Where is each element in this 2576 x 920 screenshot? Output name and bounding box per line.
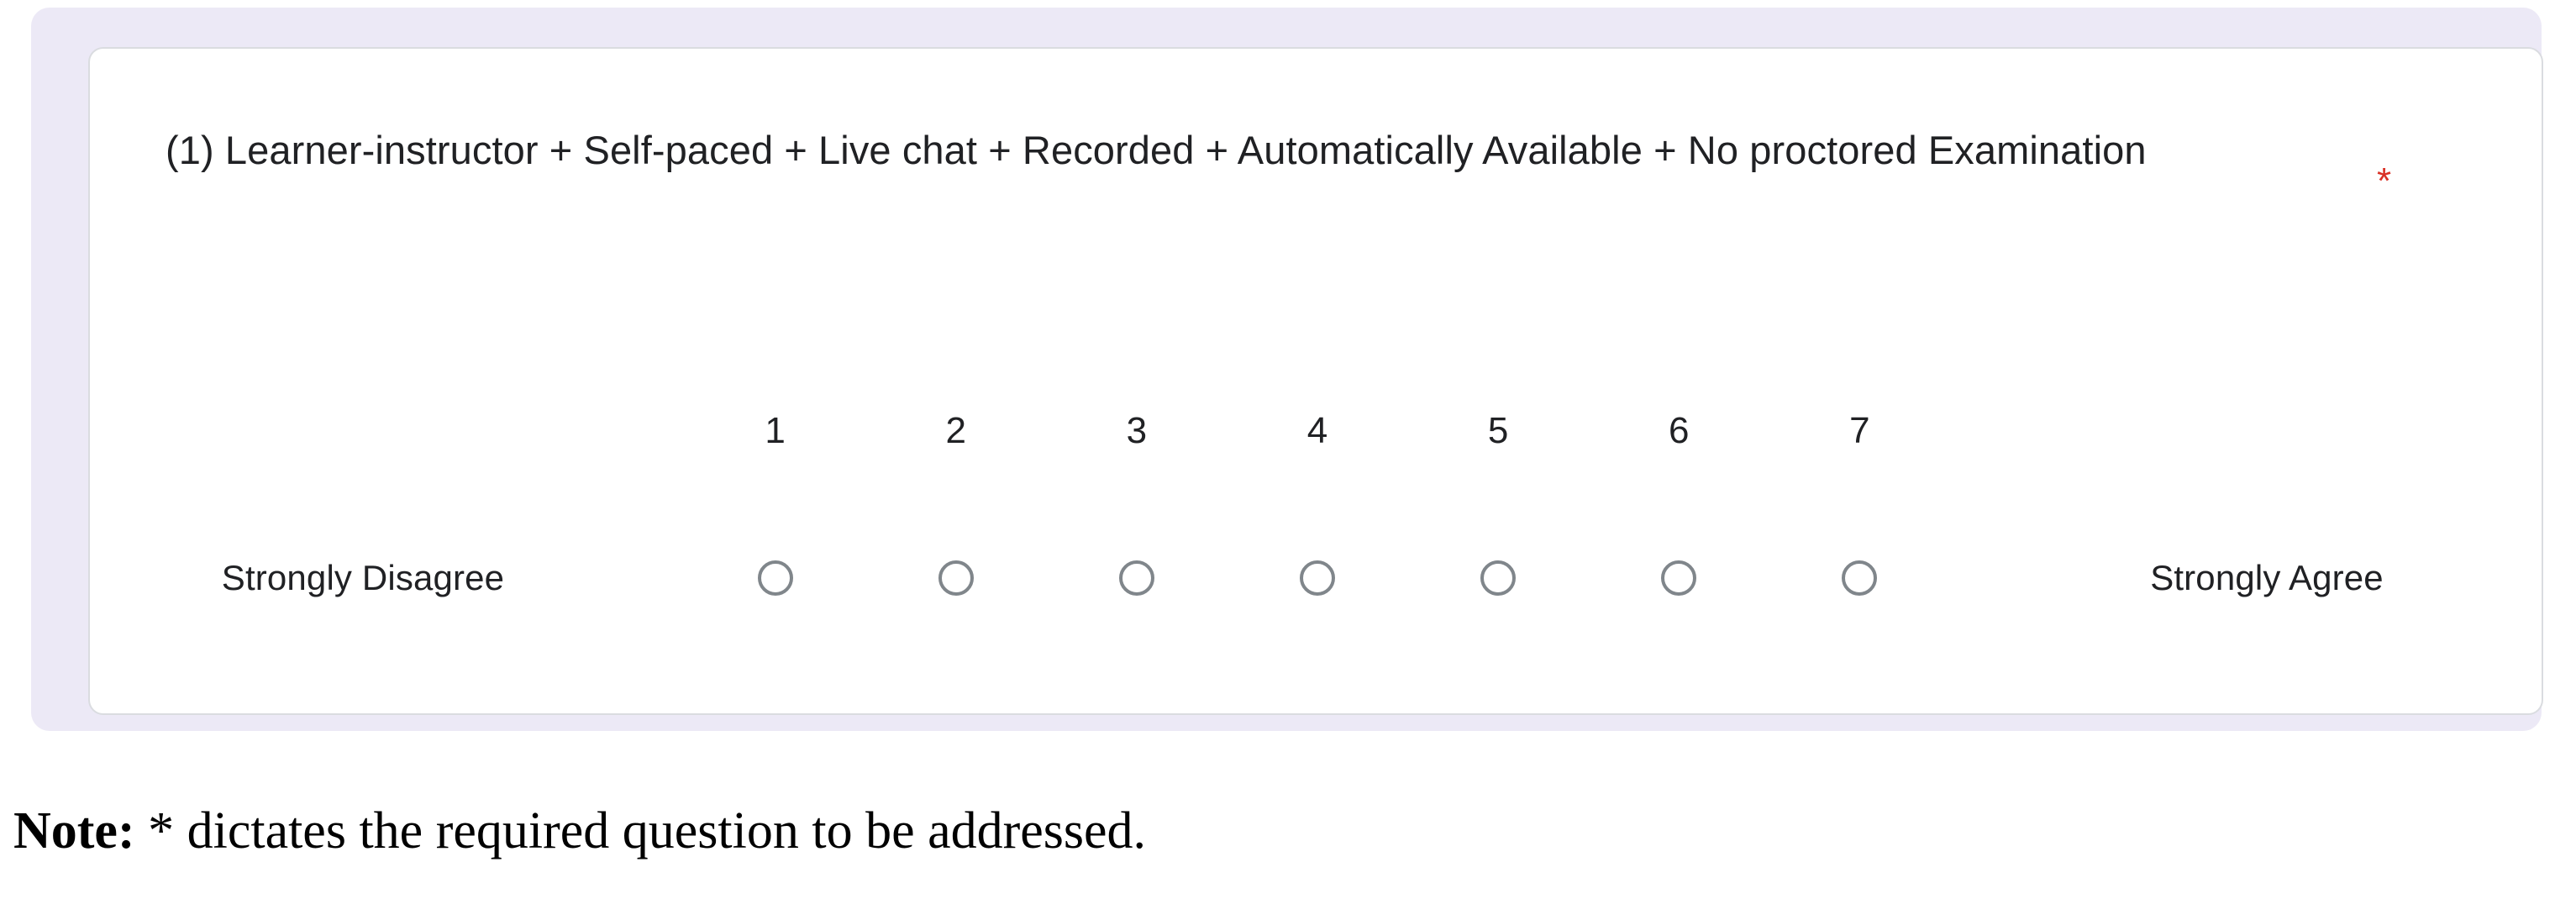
- scale-number-7: 7: [1849, 410, 1870, 451]
- form-frame: (1) Learner-instructor + Self-paced + Li…: [31, 8, 2543, 731]
- scale-number-1: 1: [765, 410, 786, 451]
- scale-header-cell-5: 5: [1408, 413, 1589, 449]
- likert-option-cell-3[interactable]: [1046, 560, 1227, 596]
- figure-note-body: * dictates the required question to be a…: [134, 802, 1147, 860]
- page-root: (1) Learner-instructor + Self-paced + Li…: [0, 0, 2576, 920]
- likert-option-cell-4[interactable]: [1227, 560, 1407, 596]
- likert-option-cell-7[interactable]: [1769, 560, 1950, 596]
- scale-number-3: 3: [1126, 410, 1148, 451]
- figure-note-label: Note:: [13, 802, 135, 860]
- scale-header-cell-4: 4: [1227, 413, 1407, 449]
- likert-header-row: 1 2 3 4 5 6 7: [90, 397, 2545, 465]
- likert-option-cell-6[interactable]: [1589, 560, 1769, 596]
- likert-option-cell-5[interactable]: [1408, 560, 1589, 596]
- scale-number-2: 2: [945, 410, 966, 451]
- radio-unselected-icon-2[interactable]: [938, 560, 974, 596]
- required-asterisk-icon: *: [2377, 160, 2392, 202]
- scale-number-5: 5: [1487, 410, 1509, 451]
- question-card: (1) Learner-instructor + Self-paced + Li…: [88, 47, 2543, 715]
- scale-header-cell-7: 7: [1769, 413, 1950, 449]
- radio-unselected-icon-1[interactable]: [757, 560, 793, 596]
- likert-options-row: Strongly Disagree Strongly Agree: [90, 540, 2545, 616]
- figure-note: Note: * dictates the required question t…: [13, 802, 1146, 860]
- scale-number-4: 4: [1306, 410, 1328, 451]
- likert-high-label: Strongly Agree: [2150, 558, 2384, 597]
- radio-unselected-icon-7[interactable]: [1842, 560, 1878, 596]
- likert-low-label: Strongly Disagree: [221, 558, 505, 597]
- likert-option-cell-1[interactable]: [685, 560, 865, 596]
- question-title: (1) Learner-instructor + Self-paced + Li…: [166, 128, 2147, 172]
- likert-header-track: 1 2 3 4 5 6 7: [661, 413, 1974, 449]
- radio-unselected-icon-6[interactable]: [1661, 560, 1697, 596]
- scale-header-cell-2: 2: [865, 413, 1046, 449]
- radio-unselected-icon-5[interactable]: [1480, 560, 1517, 596]
- radio-unselected-icon-3[interactable]: [1118, 560, 1154, 596]
- likert-options-track: [661, 560, 1974, 596]
- likert-option-cell-2[interactable]: [865, 560, 1046, 596]
- scale-header-cell-3: 3: [1046, 413, 1227, 449]
- likert-scale: 1 2 3 4 5 6 7 Strongly Disagree Strongly…: [90, 397, 2545, 666]
- scale-number-6: 6: [1669, 410, 1690, 451]
- scale-header-cell-1: 1: [685, 413, 865, 449]
- scale-header-cell-6: 6: [1589, 413, 1769, 449]
- radio-unselected-icon-4[interactable]: [1299, 560, 1335, 596]
